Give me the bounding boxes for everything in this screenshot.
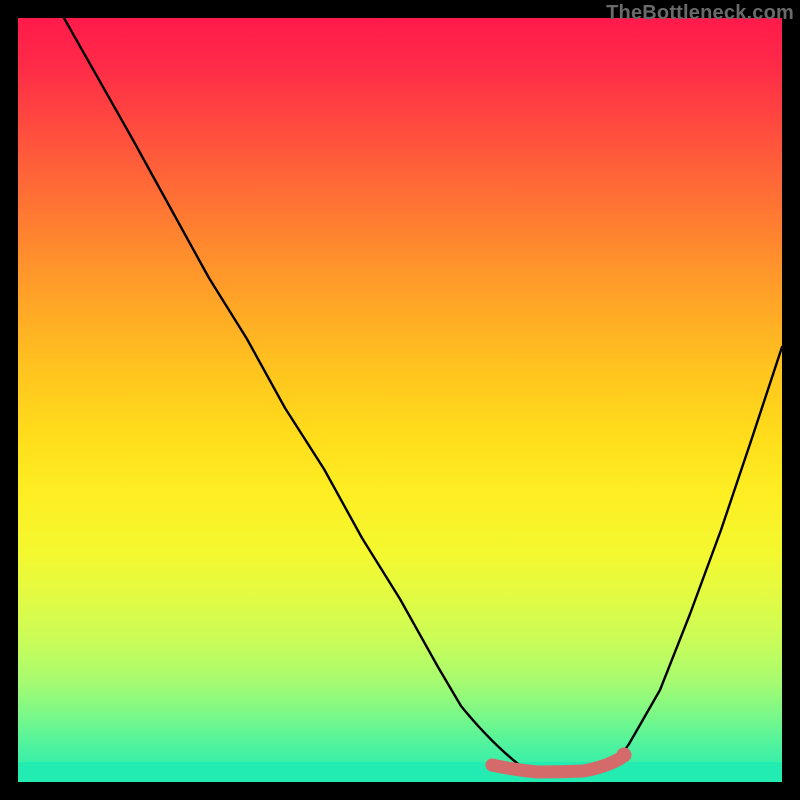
- watermark-text: TheBottleneck.com: [606, 2, 794, 25]
- optimal-marker-end-dot: [617, 748, 632, 763]
- bottleneck-curve-path: [64, 18, 782, 772]
- chart-svg: [18, 18, 782, 782]
- plot-area: [18, 18, 782, 782]
- optimal-marker-stroke: [492, 758, 621, 772]
- chart-frame: TheBottleneck.com: [0, 0, 800, 800]
